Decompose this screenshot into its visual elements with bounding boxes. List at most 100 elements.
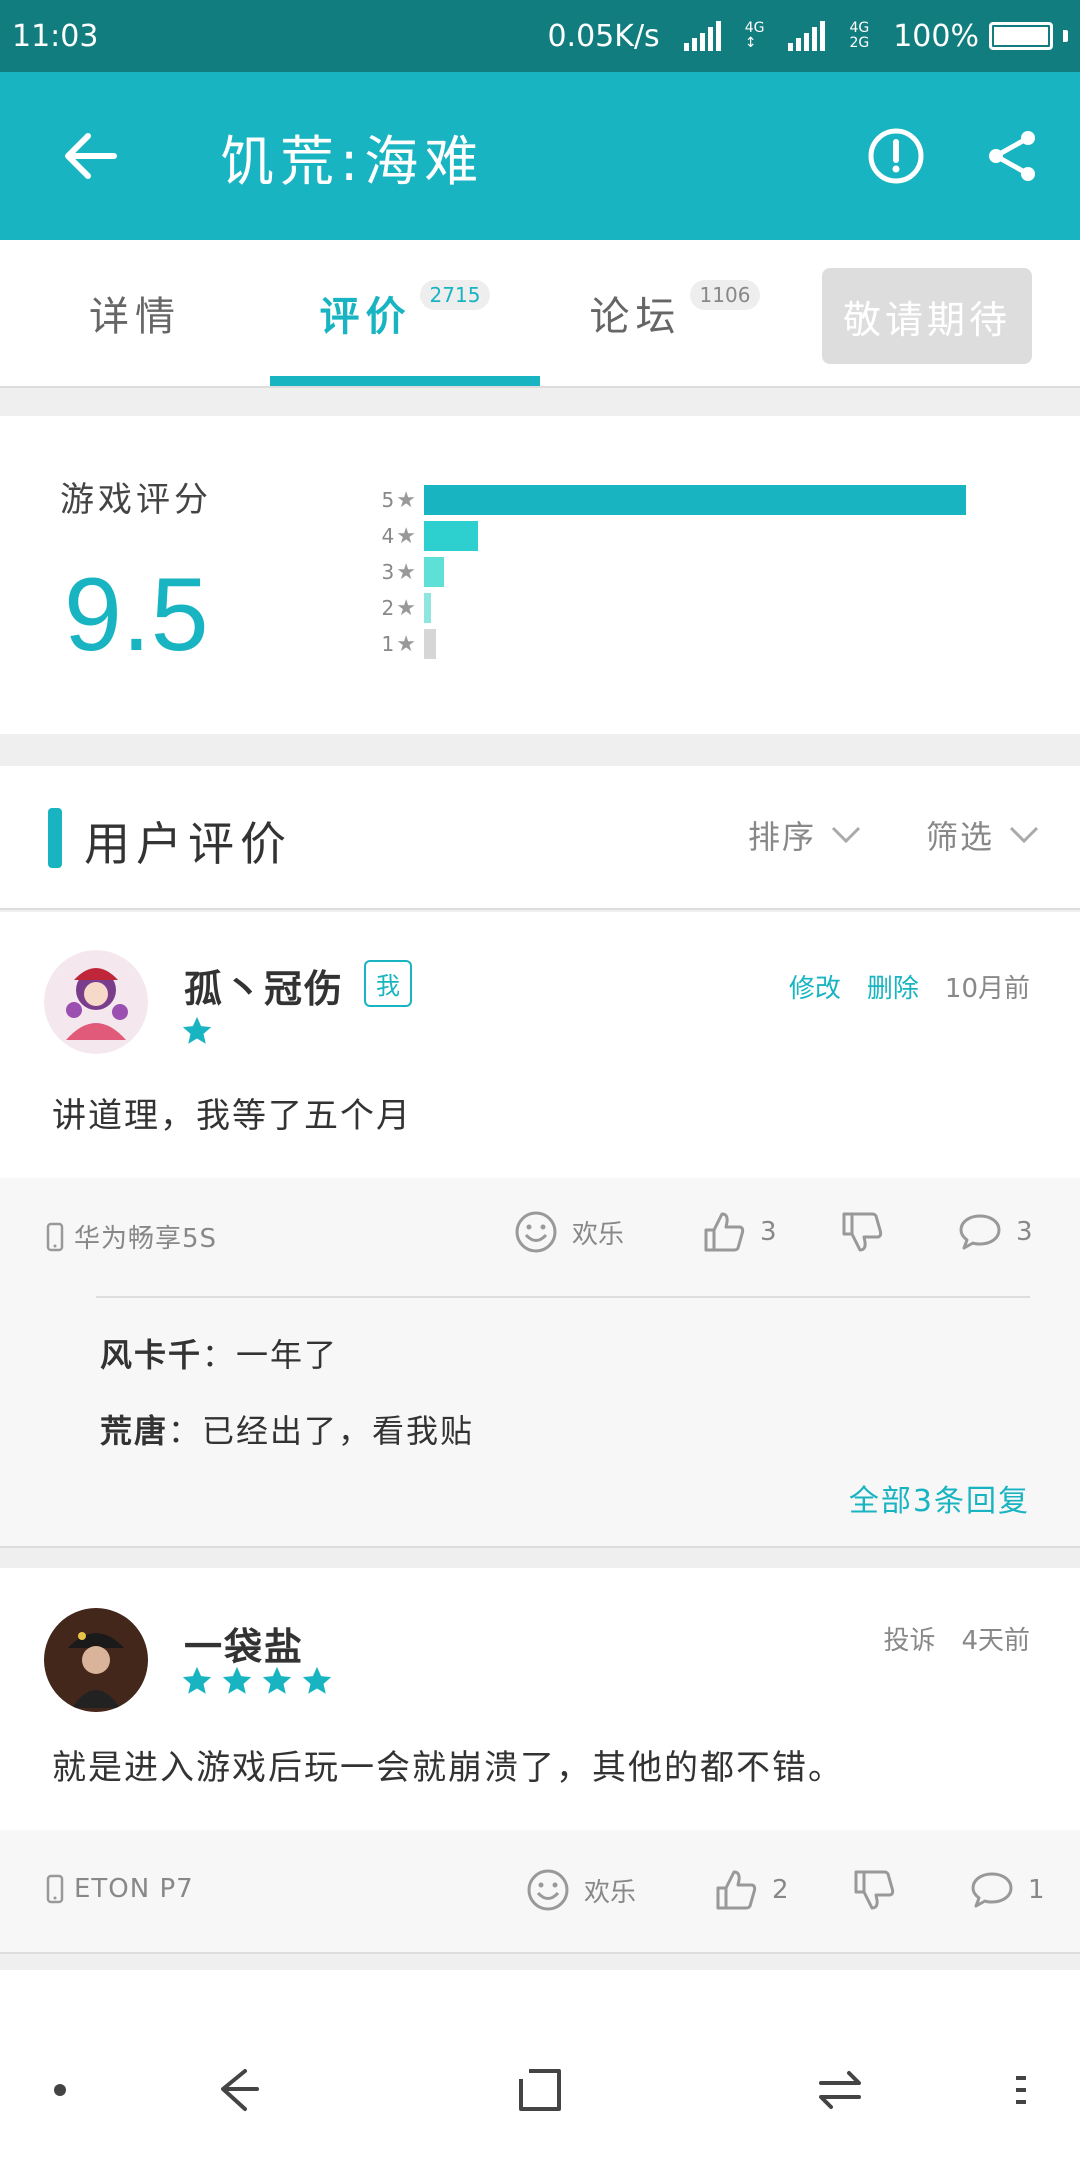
- review-time: 4天前: [961, 1626, 1030, 1656]
- filter-button[interactable]: 筛选: [926, 812, 1040, 858]
- nav-dot-button[interactable]: [20, 2050, 100, 2130]
- tab-reviews[interactable]: 评价 2715: [270, 240, 540, 386]
- switch-arrows-icon: [819, 2071, 861, 2109]
- alert-circle-icon: [868, 128, 924, 184]
- report-link[interactable]: 投诉: [883, 1620, 935, 1657]
- score-card: 游戏评分 9.5 5 ★ 4 ★ 3 ★ 2 ★ 1 ★: [0, 416, 1080, 734]
- rating-bar-row: 5 ★: [370, 482, 1020, 518]
- like-count: 3: [760, 1217, 777, 1247]
- mood-button[interactable]: 欢乐: [514, 1210, 624, 1254]
- device-name: 华为畅享5S: [74, 1224, 218, 1254]
- reply-item[interactable]: 风卡千：一年了: [100, 1330, 338, 1376]
- phone-icon: [46, 1874, 64, 1904]
- star-icon: ★: [396, 487, 416, 513]
- back-icon: [221, 2069, 259, 2111]
- phone-icon: [46, 1222, 64, 1251]
- review-item: 孤丶冠伤 我 修改 删除 10月前 讲道理，我等了五个月: [0, 912, 1080, 1178]
- nav-switch-button[interactable]: [800, 2050, 880, 2130]
- review-actions: 华为畅享5S 欢乐 3 3 风卡千：一年了 荒唐：已经出了，看我贴 全部3条回复: [0, 1178, 1080, 1546]
- star-icon: [262, 1666, 292, 1694]
- tab-bar: 详情 评价 2715 论坛 1106 敬请期待: [0, 240, 1080, 388]
- coming-soon-button[interactable]: 敬请期待: [822, 268, 1032, 364]
- all-replies-link[interactable]: 全部3条回复: [849, 1476, 1030, 1520]
- avatar[interactable]: [44, 950, 148, 1054]
- avatar[interactable]: [44, 1608, 148, 1712]
- dislike-button[interactable]: [852, 1868, 896, 1912]
- like-button[interactable]: 2: [714, 1868, 789, 1912]
- review-username: 孤丶冠伤: [184, 967, 345, 1011]
- score-label: 游戏评分: [60, 480, 212, 520]
- star-icon: [222, 1666, 252, 1694]
- sort-button[interactable]: 排序: [748, 812, 862, 858]
- network-2g-indicator: 4G 2G: [849, 20, 870, 51]
- score-value: 9.5: [64, 557, 209, 673]
- rating-bar-row: 4 ★: [370, 518, 1020, 554]
- app-bar: 饥荒:海难: [0, 72, 1080, 240]
- menu-icon: [1016, 2076, 1026, 2104]
- comment-count: 3: [1016, 1217, 1033, 1247]
- net-speed: 0.05K/s: [547, 18, 660, 54]
- device-info: ETON P7: [46, 1874, 194, 1904]
- review-item-partial: [0, 1970, 1080, 2020]
- sort-label: 排序: [748, 818, 817, 856]
- star-icon: ★: [396, 523, 416, 549]
- back-button[interactable]: [40, 106, 140, 206]
- divider: [0, 1546, 1080, 1568]
- review-item: 一袋盐 投诉 4天前 就是进入游戏后玩一会就崩溃了，其他的都不错。: [0, 1568, 1080, 1830]
- page-title: 饥荒:海难: [220, 129, 485, 193]
- tab-details[interactable]: 详情: [0, 240, 270, 386]
- nav-menu-button[interactable]: [980, 2050, 1060, 2130]
- rating-distribution: 5 ★ 4 ★ 3 ★ 2 ★ 1 ★: [370, 482, 1020, 662]
- rating-bar-label: 1 ★: [370, 632, 424, 657]
- tab-reviews-badge: 2715: [419, 280, 491, 310]
- back-arrow-icon: [65, 133, 117, 179]
- section-accent: [48, 808, 62, 868]
- rating-bar-row: 3 ★: [370, 554, 1020, 590]
- mood-button[interactable]: 欢乐: [526, 1868, 636, 1912]
- reply-user: 风卡千: [100, 1336, 203, 1374]
- rating-bar-row: 1 ★: [370, 626, 1020, 662]
- like-button[interactable]: 3: [702, 1210, 777, 1254]
- rating-bar-stars: 4: [381, 524, 395, 548]
- mood-label: 欢乐: [584, 1877, 637, 1908]
- tab-forum[interactable]: 论坛 1106: [540, 240, 810, 386]
- rating-stars: [180, 1664, 334, 1698]
- star-icon: ★: [396, 595, 416, 621]
- rating-bar-stars: 5: [381, 488, 395, 512]
- comment-icon: [971, 1872, 1013, 1908]
- comment-icon: [959, 1214, 1001, 1250]
- device-info: 华为畅享5S: [46, 1218, 217, 1255]
- review-text: 讲道理，我等了五个月: [52, 1096, 412, 1136]
- system-nav-bar: [0, 2020, 1080, 2160]
- reply-item[interactable]: 荒唐：已经出了，看我贴: [100, 1406, 474, 1452]
- dislike-button[interactable]: [840, 1210, 884, 1254]
- comment-button[interactable]: 3: [958, 1210, 1033, 1254]
- divider: [0, 1952, 1080, 1970]
- report-button[interactable]: [848, 108, 944, 204]
- comment-button[interactable]: 1: [970, 1868, 1045, 1912]
- smile-icon: [527, 1869, 569, 1911]
- rating-bar-label: 5 ★: [370, 488, 424, 513]
- nav-home-button[interactable]: [500, 2050, 580, 2130]
- reply-list: 风卡千：一年了 荒唐：已经出了，看我贴 全部3条回复: [96, 1296, 1030, 1546]
- tab-forum-badge: 1106: [689, 280, 761, 310]
- thumbs-down-icon: [854, 1870, 895, 1910]
- rating-bar-label: 3 ★: [370, 560, 424, 585]
- star-icon: [182, 1016, 212, 1044]
- home-square-icon: [519, 2069, 561, 2111]
- star-icon: ★: [396, 559, 416, 585]
- star-icon: ★: [396, 631, 416, 657]
- delete-link[interactable]: 删除: [867, 968, 919, 1005]
- share-button[interactable]: [964, 108, 1060, 204]
- review-time: 10月前: [944, 974, 1030, 1004]
- me-tag: 我: [364, 960, 412, 1007]
- share-icon: [989, 131, 1035, 181]
- edit-link[interactable]: 修改: [789, 968, 841, 1005]
- reply-text: 已经出了，看我贴: [202, 1412, 475, 1450]
- nav-back-button[interactable]: [200, 2050, 280, 2130]
- mood-label: 欢乐: [572, 1219, 625, 1250]
- star-icon: [182, 1666, 212, 1694]
- rating-stars: [180, 1014, 214, 1048]
- network-4g-indicator: 4G ↕: [744, 20, 765, 51]
- tab-reviews-label: 评价: [319, 294, 412, 340]
